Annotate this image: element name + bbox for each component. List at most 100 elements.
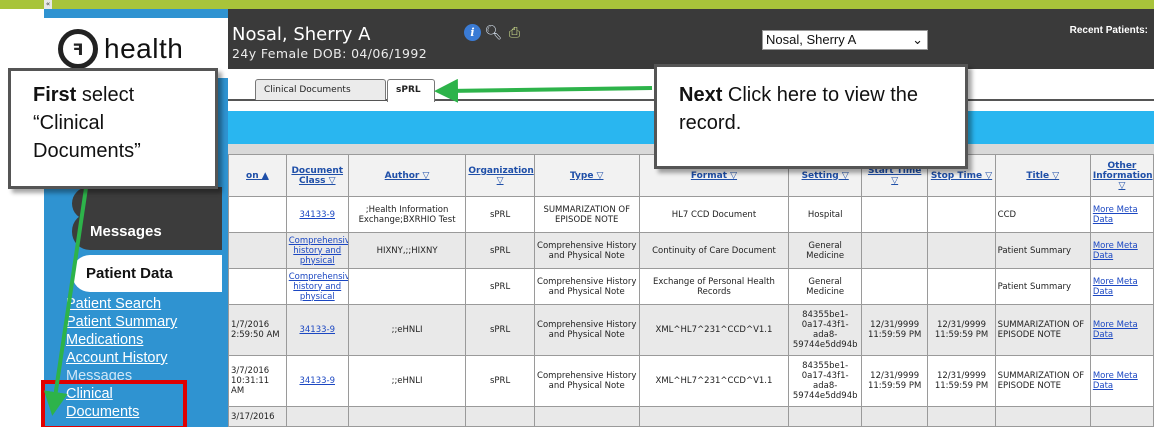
cell-organization: sPRL <box>465 304 535 356</box>
cell-start-time: 12/31/9999 11:59:59 PM <box>861 304 929 356</box>
info-icon[interactable]: i <box>464 24 481 41</box>
cell-author <box>347 406 467 427</box>
cell-document-class-link[interactable]: 34133-9 <box>285 355 349 407</box>
cell-title: CCD <box>994 196 1091 233</box>
collapse-marker[interactable]: « <box>44 0 52 9</box>
sidebar-link-patient-summary[interactable]: Patient Summary <box>66 313 177 331</box>
cell-type: Comprehensive History and Physical Note <box>533 355 640 407</box>
col-header-title[interactable]: Title ▽ <box>994 154 1091 197</box>
cell-organization: sPRL <box>465 268 535 305</box>
callout-first-bold: First <box>33 84 77 106</box>
logo-mark-icon: ꟻ <box>58 29 98 69</box>
clinical-documents-highlight <box>41 380 187 427</box>
cell-document-class-link[interactable] <box>285 406 349 427</box>
col-header-organization[interactable]: Organization ▽ <box>465 154 535 197</box>
cell-author: ;Health Information Exchange;BXRHIO Test <box>347 196 467 233</box>
cell-document-class-link[interactable]: Comprehensive history and physical <box>285 232 349 269</box>
cell-format: XML^HL7^231^CCD^V1.1 <box>638 304 790 356</box>
cell-organization: sPRL <box>465 196 535 233</box>
cell-date <box>228 268 287 305</box>
table-row[interactable]: 34133-9 ;Health Information Exchange;BXR… <box>228 196 1154 233</box>
cell-organization <box>465 406 535 427</box>
table-row[interactable]: Comprehensive history and physical HIXNY… <box>228 232 1154 269</box>
cell-organization: sPRL <box>465 355 535 407</box>
table-row[interactable]: 3/7/2016 10:31:11 AM 34133-9 ;;eHNLI sPR… <box>228 355 1154 407</box>
patient-name: Nosal, Sherry A <box>232 24 371 45</box>
more-meta-data-link[interactable]: More Meta Data <box>1089 268 1154 305</box>
tab-sprl[interactable]: sPRL <box>387 79 435 102</box>
cell-document-class-link[interactable]: 34133-9 <box>285 196 349 233</box>
cell-title: SUMMARIZATION OF EPISODE NOTE <box>994 355 1091 407</box>
cell-organization: sPRL <box>465 232 535 269</box>
cell-type: Comprehensive History and Physical Note <box>533 268 640 305</box>
cell-setting: 84355be1-0a17-43f1-ada8-59744e5dd94b <box>788 304 863 356</box>
cell-start-time <box>861 196 929 233</box>
print-icon[interactable]: ⎙ <box>506 24 523 41</box>
tab-clinical-documents[interactable]: Clinical Documents <box>255 79 386 100</box>
cell-document-class-link[interactable]: 34133-9 <box>285 304 349 356</box>
nav-messages-button[interactable]: Messages <box>72 213 222 250</box>
cell-setting: General Medicine <box>788 232 863 269</box>
table-row[interactable]: 1/7/2016 2:59:50 AM 34133-9 ;;eHNLI sPRL… <box>228 304 1154 356</box>
cell-date: 1/7/2016 2:59:50 AM <box>228 304 287 356</box>
recent-patients-value: Nosal, Sherry A <box>766 32 857 47</box>
cell-title: Patient Summary <box>994 268 1091 305</box>
cell-format: XML^HL7^231^CCD^V1.1 <box>638 355 790 407</box>
app-logo: ꟻ health <box>58 29 183 69</box>
cell-stop-time <box>927 268 996 305</box>
top-strip: « <box>0 0 1154 9</box>
cell-type: Comprehensive History and Physical Note <box>533 232 640 269</box>
cell-stop-time <box>927 406 996 427</box>
table-row[interactable]: Comprehensive history and physical sPRL … <box>228 268 1154 305</box>
cell-type <box>533 406 640 427</box>
cell-title <box>994 406 1091 427</box>
documents-table: on ▲ Document Class ▽ Author ▽ Organizat… <box>228 154 1154 427</box>
search-icon[interactable]: 🔍︎ <box>485 24 503 41</box>
more-meta-data-link[interactable]: More Meta Data <box>1089 196 1154 233</box>
cell-stop-time <box>927 196 996 233</box>
more-meta-data-link[interactable]: More Meta Data <box>1089 355 1154 407</box>
col-header-author[interactable]: Author ▽ <box>347 154 467 197</box>
cell-setting: 84355be1-0a17-43f1-ada8-59744e5dd94b <box>788 355 863 407</box>
cell-setting: Hospital <box>788 196 863 233</box>
sidebar-link-medications[interactable]: Medications <box>66 331 177 349</box>
patient-header: Nosal, Sherry A 24y Female DOB: 04/06/19… <box>228 9 1154 69</box>
table-row[interactable]: 3/17/2016 <box>228 406 1154 427</box>
sidebar-link-account-history[interactable]: Account History <box>66 349 177 367</box>
cell-author <box>347 268 467 305</box>
cell-format: HL7 CCD Document <box>638 196 790 233</box>
sidebar-link-patient-search[interactable]: Patient Search <box>66 295 177 313</box>
cell-date <box>228 196 287 233</box>
cell-date <box>228 232 287 269</box>
cell-title: SUMMARIZATION OF EPISODE NOTE <box>994 304 1091 356</box>
cell-format: Continuity of Care Document <box>638 232 790 269</box>
col-header-other-information[interactable]: Other Information ▽ <box>1089 154 1154 197</box>
cell-format <box>638 406 790 427</box>
patient-demographics: 24y Female DOB: 04/06/1992 <box>232 46 428 61</box>
cell-start-time <box>861 232 929 269</box>
col-header-document-class[interactable]: Document Class ▽ <box>285 154 349 197</box>
cell-stop-time: 12/31/9999 11:59:59 PM <box>927 355 996 407</box>
nav-patient-data-button[interactable]: Patient Data <box>72 255 222 292</box>
cell-format: Exchange of Personal Health Records <box>638 268 790 305</box>
more-meta-data-link[interactable]: More Meta Data <box>1089 232 1154 269</box>
cell-author: ;;eHNLI <box>347 355 467 407</box>
cell-author: ;;eHNLI <box>347 304 467 356</box>
col-header-date[interactable]: on ▲ <box>228 154 287 197</box>
callout-next-step: Next Click here to view the record. <box>654 64 968 169</box>
cell-start-time <box>861 406 929 427</box>
cell-date: 3/17/2016 <box>228 406 287 427</box>
logo-text: health <box>104 33 184 64</box>
more-meta-data-link[interactable] <box>1089 406 1154 427</box>
cell-type: SUMMARIZATION OF EPISODE NOTE <box>533 196 640 233</box>
col-header-type[interactable]: Type ▽ <box>533 154 640 197</box>
callout-next-bold: Next <box>679 84 723 106</box>
cell-stop-time: 12/31/9999 11:59:59 PM <box>927 304 996 356</box>
cell-document-class-link[interactable]: Comprehensive history and physical <box>285 268 349 305</box>
recent-patients-select[interactable]: Nosal, Sherry A ⌄ <box>762 30 928 50</box>
cell-start-time <box>861 268 929 305</box>
cell-setting: General Medicine <box>788 268 863 305</box>
cell-stop-time <box>927 232 996 269</box>
more-meta-data-link[interactable]: More Meta Data <box>1089 304 1154 356</box>
cell-author: HIXNY,;;HIXNY <box>347 232 467 269</box>
